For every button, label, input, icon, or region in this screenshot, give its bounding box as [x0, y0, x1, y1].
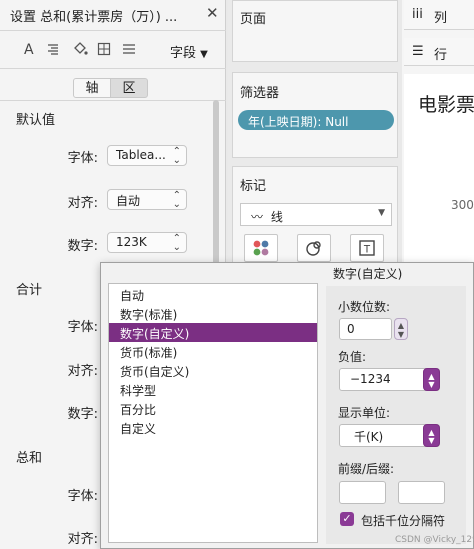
dialog-header: 数字(自定义) [333, 267, 403, 281]
filters-label: 筛选器 [240, 86, 280, 101]
divider [0, 100, 226, 101]
format-option-auto[interactable]: 自动 [109, 285, 317, 304]
units-value: 千(K) [354, 430, 384, 444]
chevron-down-icon: ▼ [397, 330, 405, 339]
format-option-number-custom[interactable]: 数字(自定义) [109, 323, 317, 342]
mark-type-value: 线 [270, 210, 283, 224]
filter-pill[interactable]: 年(上映日期): Null [238, 110, 394, 130]
chevron-updown-icon: ⌃ ⌄ [172, 146, 181, 166]
decimals-input[interactable]: 0 [339, 318, 392, 340]
negative-label: 负值: [338, 350, 367, 364]
format-option-currency-custom[interactable]: 货币(自定义) [109, 361, 317, 380]
fields-label: 字段 [170, 46, 197, 61]
chevron-updown-icon: ⌃ ⌄ [172, 233, 181, 253]
columns-icon: iii [412, 7, 423, 22]
units-label: 显示单位: [338, 406, 391, 420]
lines-icon[interactable] [122, 42, 136, 60]
negative-value: −1234 [350, 372, 391, 386]
svg-text:T: T [364, 244, 371, 256]
decimals-label: 小数位数: [338, 300, 391, 314]
font-icon[interactable]: A [24, 42, 34, 58]
thousands-label: 包括千位分隔符 [361, 514, 446, 528]
fields-dropdown[interactable]: 字段 ▼ [170, 42, 208, 61]
columns-label: 列 [434, 11, 448, 26]
format-option-custom[interactable]: 自定义 [109, 418, 317, 437]
format-option-percentage[interactable]: 百分比 [109, 399, 317, 418]
chevron-updown-icon: ⌃ ⌄ [172, 190, 181, 210]
chevron-up-icon: ▲ [397, 321, 405, 330]
rows-icon: ☰ [412, 44, 424, 59]
section-totals-title: 合计 [16, 283, 43, 298]
line-icon: 〰 [251, 210, 264, 224]
marks-label: 标记 [240, 179, 267, 194]
scrollbar[interactable] [213, 100, 219, 280]
divider [0, 68, 226, 69]
format-option-scientific[interactable]: 科学型 [109, 380, 317, 399]
negative-select-arrows[interactable]: ▲ ▼ [423, 368, 440, 391]
pages-label: 页面 [240, 12, 267, 27]
shading-icon[interactable] [72, 42, 88, 60]
format-option-number-standard[interactable]: 数字(标准) [109, 304, 317, 323]
tab-axis[interactable]: 轴 [73, 78, 111, 98]
section-default-title: 默认值 [16, 113, 56, 128]
format-option-currency-standard[interactable]: 货币(标准) [109, 342, 317, 361]
align-label: 对齐: [67, 532, 98, 547]
align-dropdown[interactable]: 自动 ⌃ ⌄ [107, 189, 187, 210]
number-value: 123K [116, 235, 147, 249]
axis-tick-label: 300 [451, 198, 474, 212]
caret-down-icon: ▼ [378, 208, 385, 218]
panel-title: 设置 总和(累计票房（万）) ... [10, 10, 178, 25]
align-value: 自动 [116, 194, 141, 208]
format-list: 自动 数字(标准) 数字(自定义) 货币(标准) 货币(自定义) 科学型 百分比… [108, 283, 318, 543]
prefix-input[interactable] [339, 481, 386, 504]
borders-icon[interactable] [97, 42, 111, 60]
font-label: 字体: [67, 320, 98, 335]
font-label: 字体: [67, 151, 98, 166]
number-label: 数字: [67, 239, 98, 254]
number-label: 数字: [67, 407, 98, 422]
watermark: CSDN @Vicky_129 [395, 535, 474, 545]
label-icon[interactable]: T [350, 234, 384, 262]
color-icon[interactable] [244, 234, 278, 262]
rows-label: 行 [434, 48, 448, 63]
tab-pane[interactable]: 区 [110, 78, 148, 98]
chevron-down-icon: ▼ [428, 436, 435, 445]
font-dropdown[interactable]: Tablea... ⌃ ⌄ [107, 145, 187, 166]
align-label: 对齐: [67, 196, 98, 211]
chevron-down-icon: ▼ [428, 380, 435, 389]
thousands-checkbox[interactable]: ✓ [340, 512, 354, 526]
align-icon[interactable] [46, 42, 60, 60]
align-label: 对齐: [67, 364, 98, 379]
decimals-stepper[interactable]: ▲ ▼ [394, 318, 408, 340]
units-select-arrows[interactable]: ▲ ▼ [423, 424, 440, 447]
font-label: 字体: [67, 489, 98, 504]
size-icon[interactable] [297, 234, 331, 262]
section-grand-total-title: 总和 [16, 451, 43, 466]
font-value: Tablea... [116, 148, 166, 162]
close-icon[interactable]: ✕ [206, 4, 219, 22]
number-dropdown[interactable]: 123K ⌃ ⌄ [107, 232, 187, 253]
divider [0, 30, 226, 31]
prefix-suffix-label: 前缀/后缀: [338, 462, 395, 476]
suffix-input[interactable] [398, 481, 445, 504]
caret-down-icon: ▼ [200, 49, 208, 60]
mark-type-dropdown[interactable]: 〰 线 ▼ [240, 203, 392, 226]
sheet-title: 电影票 [418, 94, 474, 116]
